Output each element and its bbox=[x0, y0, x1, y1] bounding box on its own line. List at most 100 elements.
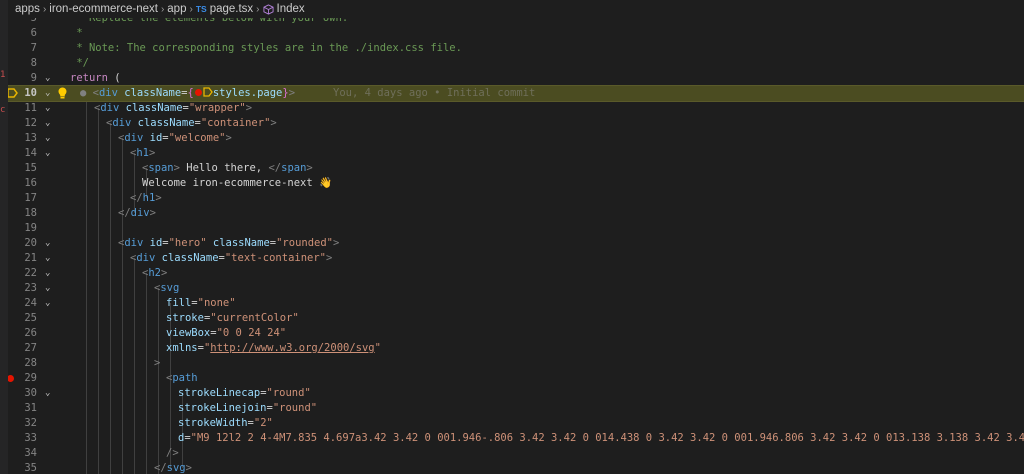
code-line[interactable]: 26 viewBox="0 0 24 24" bbox=[8, 326, 1024, 341]
code-line[interactable]: 20 ⌄ <div id="hero" className="rounded"> bbox=[8, 236, 1024, 251]
chevron-down-icon[interactable]: ⌄ bbox=[45, 71, 50, 86]
code-line[interactable]: 18 </div> bbox=[8, 206, 1024, 221]
code-line[interactable]: 33 d="M9 12l2 2 4-4M7.835 4.697a3.42 3.4… bbox=[8, 431, 1024, 446]
chevron-down-icon[interactable]: ⌄ bbox=[45, 86, 50, 101]
line-number: 8 bbox=[30, 57, 37, 69]
chevron-down-icon[interactable]: ⌄ bbox=[45, 131, 50, 146]
line-number: 26 bbox=[24, 327, 37, 339]
breakpoint-inline-icon[interactable] bbox=[194, 89, 202, 96]
code-link[interactable]: http://www.w3.org/2000/svg bbox=[210, 342, 374, 354]
code-line[interactable]: 23 ⌄ <svg bbox=[8, 281, 1024, 296]
code-line[interactable]: 35 </svg> bbox=[8, 461, 1024, 474]
chevron-down-icon[interactable]: ⌄ bbox=[45, 386, 50, 401]
line-number: 15 bbox=[24, 162, 37, 174]
code-comment: * Replace the elements below with your o… bbox=[70, 18, 349, 24]
line-number: 18 bbox=[24, 207, 37, 219]
chevron-down-icon[interactable]: ⌄ bbox=[45, 296, 50, 311]
chevron-right-icon: › bbox=[189, 3, 193, 15]
left-strip-mark-bottom: c bbox=[0, 105, 6, 115]
line-number: 30 bbox=[24, 387, 37, 399]
left-strip-mark-top: 1 bbox=[0, 70, 6, 80]
line-number: 7 bbox=[30, 42, 37, 54]
line-number: 9 bbox=[30, 72, 37, 84]
code-line[interactable]: 17 </h1> bbox=[8, 191, 1024, 206]
line-number: 22 bbox=[24, 267, 37, 279]
line-number: 21 bbox=[24, 252, 37, 264]
chevron-down-icon[interactable]: ⌄ bbox=[45, 266, 50, 281]
code-line[interactable]: 25 stroke="currentColor" bbox=[8, 311, 1024, 326]
breadcrumb: apps › iron-ecommerce-next › app › TS pa… bbox=[8, 0, 1024, 18]
code-editor[interactable]: 5 * Replace the elements below with your… bbox=[8, 18, 1024, 474]
chevron-right-icon: › bbox=[160, 3, 165, 15]
code-line[interactable]: 11 ⌄ <div className="wrapper"> bbox=[8, 101, 1024, 116]
symbol-cube-icon bbox=[262, 3, 274, 15]
chevron-down-icon[interactable]: ⌄ bbox=[45, 146, 50, 161]
line-number: 17 bbox=[24, 192, 37, 204]
breadcrumb-item-app[interactable]: app bbox=[167, 3, 186, 15]
punctuation: ( bbox=[107, 72, 121, 84]
code-line[interactable]: 13 ⌄ <div id="welcome"> bbox=[8, 131, 1024, 146]
code-line[interactable]: 29 <path bbox=[8, 371, 1024, 386]
code-line[interactable]: 19 bbox=[8, 221, 1024, 236]
code-line[interactable]: 27 xmlns="http://www.w3.org/2000/svg" bbox=[8, 341, 1024, 356]
code-line[interactable]: 30 ⌄ strokeLinecap="round" bbox=[8, 386, 1024, 401]
line-number: 13 bbox=[24, 132, 37, 144]
code-line[interactable]: 34 /> bbox=[8, 446, 1024, 461]
code-line[interactable]: 21 ⌄ <div className="text-container"> bbox=[8, 251, 1024, 266]
activity-bar-edge: 1 c bbox=[0, 0, 8, 474]
breadcrumb-item-symbol[interactable]: Index bbox=[277, 3, 305, 15]
chevron-down-icon[interactable]: ⌄ bbox=[45, 236, 50, 251]
line-number: 25 bbox=[24, 312, 37, 324]
code-line[interactable]: 28 > bbox=[8, 356, 1024, 371]
jsx-expression: styles.page bbox=[212, 87, 283, 99]
line-number: 28 bbox=[24, 357, 37, 369]
chevron-right-icon: › bbox=[256, 3, 260, 15]
waving-hand-emoji: 👋 bbox=[319, 177, 333, 189]
code-line[interactable]: 31 strokeLinejoin="round" bbox=[8, 401, 1024, 416]
line-number: 6 bbox=[30, 27, 37, 39]
git-blame-annotation: You, 4 days ago • Initial commit bbox=[333, 87, 536, 99]
jsx-attribute: className bbox=[117, 87, 182, 99]
modified-dot: ● bbox=[80, 87, 93, 99]
code-line[interactable]: 32 strokeWidth="2" bbox=[8, 416, 1024, 431]
chevron-down-icon[interactable]: ⌄ bbox=[45, 116, 50, 131]
typescript-file-icon: TS bbox=[195, 4, 207, 14]
current-line[interactable]: 10 ⌄ ● <div className={styles.page}> You,… bbox=[8, 85, 1024, 102]
code-line[interactable]: 5 * Replace the elements below with your… bbox=[8, 18, 1024, 26]
code-line[interactable]: 6 * bbox=[8, 26, 1024, 41]
breadcrumb-item-file[interactable]: page.tsx bbox=[210, 3, 253, 15]
line-number: 16 bbox=[24, 177, 37, 189]
line-number: 27 bbox=[24, 342, 37, 354]
code-line[interactable]: 12 ⌄ <div className="container"> bbox=[8, 116, 1024, 131]
chevron-down-icon[interactable]: ⌄ bbox=[45, 251, 50, 266]
code-line[interactable]: 14 ⌄ <h1> bbox=[8, 146, 1024, 161]
lightbulb-icon[interactable] bbox=[58, 87, 67, 99]
code-line[interactable]: 24 ⌄ fill="none" bbox=[8, 296, 1024, 311]
line-number: 5 bbox=[30, 18, 37, 24]
chevron-down-icon[interactable]: ⌄ bbox=[45, 281, 50, 296]
line-number: 33 bbox=[24, 432, 37, 444]
line-number: 11 bbox=[24, 102, 37, 114]
code-line[interactable]: 16 Welcome iron-ecommerce-next 👋 bbox=[8, 176, 1024, 191]
chevron-down-icon[interactable]: ⌄ bbox=[45, 101, 50, 116]
line-number: 29 bbox=[24, 372, 37, 384]
line-number: 32 bbox=[24, 417, 37, 429]
line-number: 14 bbox=[24, 147, 37, 159]
code-line[interactable]: 9 ⌄ return ( bbox=[8, 71, 1024, 86]
code-line[interactable]: 15 <span> Hello there, </span> bbox=[8, 161, 1024, 176]
breadcrumb-item-project[interactable]: iron-ecommerce-next bbox=[49, 3, 158, 15]
code-line[interactable]: 22 ⌄ <h2> bbox=[8, 266, 1024, 281]
inline-debug-arrow-icon[interactable] bbox=[203, 87, 213, 97]
jsx-tag: div bbox=[98, 87, 118, 99]
code-comment: */ bbox=[70, 57, 89, 69]
line-number: 23 bbox=[24, 282, 37, 294]
line-number: 35 bbox=[24, 462, 37, 474]
breadcrumb-item-apps[interactable]: apps bbox=[15, 3, 40, 15]
line-number: 20 bbox=[24, 237, 37, 249]
keyword: return bbox=[70, 72, 108, 84]
chevron-right-icon: › bbox=[42, 3, 47, 15]
line-number: 12 bbox=[24, 117, 37, 129]
line-number: 19 bbox=[24, 222, 37, 234]
code-line[interactable]: 8 */ bbox=[8, 56, 1024, 71]
code-line[interactable]: 7 * Note: The corresponding styles are i… bbox=[8, 41, 1024, 56]
